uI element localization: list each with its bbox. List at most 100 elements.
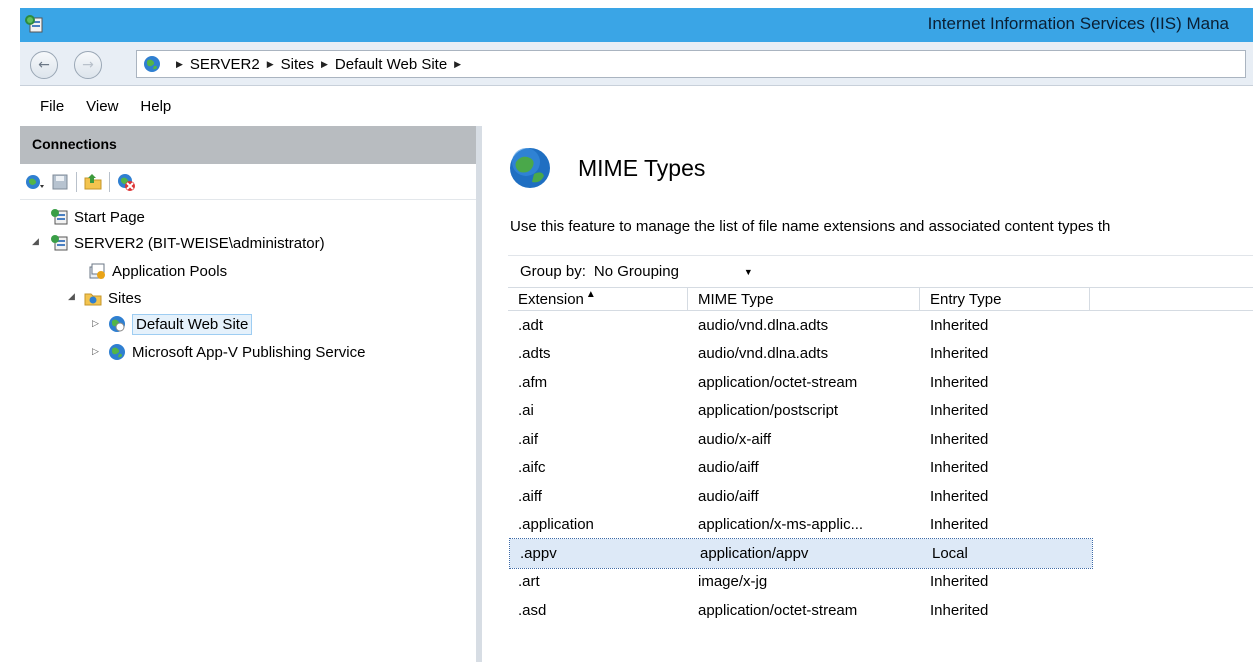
cell-entry-type: Inherited <box>930 345 989 363</box>
iis-manager-window: Internet Information Services (IIS) Mana… <box>0 0 1253 662</box>
table-row[interactable]: .art image/x-jg Inherited <box>508 568 1253 597</box>
tree-label: Sites <box>108 289 142 307</box>
disconnect-icon[interactable] <box>116 172 136 192</box>
cell-mime-type: application/octet-stream <box>698 601 858 619</box>
back-button[interactable]: ← <box>30 51 58 79</box>
tree-node-appv-publishing[interactable]: Microsoft App-V Publishing Service <box>108 339 365 365</box>
open-folder-icon[interactable] <box>83 172 103 192</box>
menu-view[interactable]: View <box>86 98 118 115</box>
window-title: Internet Information Services (IIS) Mana <box>927 14 1229 33</box>
tree-label: Application Pools <box>112 262 228 280</box>
tree-label: Start Page <box>74 208 145 226</box>
website-globe-icon <box>109 316 125 332</box>
tree-label: SERVER2 (BIT-WEISE\administrator) <box>74 234 325 252</box>
table-row[interactable]: .asd application/octet-stream Inherited <box>508 596 1253 625</box>
column-header-entry-type[interactable]: Entry Type <box>920 288 1090 310</box>
table-body: .adt audio/vnd.dlna.adts Inherited .adts aud… <box>508 311 1253 625</box>
cell-mime-type: audio/vnd.dlna.adts <box>698 345 829 363</box>
save-icon[interactable] <box>50 172 70 192</box>
dropdown-arrow-icon[interactable]: ▼ <box>744 267 753 277</box>
application-pools-icon <box>89 263 105 279</box>
cell-mime-type: audio/vnd.dlna.adts <box>698 316 829 334</box>
sort-ascending-icon: ▲ <box>585 288 596 300</box>
connections-pane: Connections Start Page ◢ SERVER2 (BIT-WE… <box>20 126 482 662</box>
table-row[interactable]: .aiff audio/aiff Inherited <box>508 482 1253 511</box>
server-icon <box>51 235 68 251</box>
page-title: MIME Types <box>578 154 706 181</box>
cell-entry-type: Inherited <box>930 516 989 534</box>
tree-label: Default Web Site <box>132 313 253 335</box>
menu-bar: File View Help <box>20 86 1253 126</box>
cell-extension: .application <box>518 516 594 534</box>
menu-file[interactable]: File <box>40 98 64 115</box>
tree-node-default-web-site[interactable]: Default Web Site <box>108 311 253 337</box>
globe-icon <box>144 56 160 72</box>
feature-pane: MIME Types Use this feature to manage th… <box>488 126 1253 662</box>
breadcrumb-server[interactable]: SERVER2 <box>190 56 260 73</box>
cell-entry-type: Local <box>932 544 968 562</box>
cell-extension: .asd <box>518 601 547 619</box>
table-row[interactable]: .aifc audio/aiff Inherited <box>508 454 1253 483</box>
connections-toolbar <box>20 164 476 200</box>
group-by-dropdown[interactable]: No Grouping <box>594 263 744 280</box>
chevron-right-icon: ▶ <box>320 58 328 69</box>
cell-extension: .aif <box>518 430 539 448</box>
group-by-bar: Group by: No Grouping ▼ <box>508 255 1253 287</box>
cell-mime-type: audio/aiff <box>698 487 759 505</box>
table-row[interactable]: .ai application/postscript Inherited <box>508 397 1253 426</box>
website-globe-icon <box>109 344 125 360</box>
column-header-mime-type[interactable]: MIME Type <box>688 288 920 310</box>
breadcrumb[interactable]: ▶ SERVER2 ▶ Sites ▶ Default Web Site ▶ <box>136 50 1246 78</box>
cell-extension: .ai <box>518 402 534 420</box>
expand-arrow-icon[interactable]: ▷ <box>92 318 99 329</box>
iis-app-icon <box>25 15 43 33</box>
column-header-extension[interactable]: Extension ▲ <box>508 288 688 310</box>
table-row[interactable]: .application application/x-ms-applic... In… <box>508 511 1253 540</box>
cell-mime-type: audio/x-aiff <box>698 430 772 448</box>
start-page-icon <box>51 209 68 225</box>
cell-entry-type: Inherited <box>930 430 989 448</box>
cell-mime-type: application/postscript <box>698 402 839 420</box>
table-row[interactable]: .afm application/octet-stream Inherited <box>508 368 1253 397</box>
cell-mime-type: application/appv <box>700 544 809 562</box>
forward-button[interactable]: → <box>74 51 102 79</box>
connections-header: Connections <box>20 126 476 164</box>
tree-node-application-pools[interactable]: Application Pools <box>88 258 227 284</box>
collapse-arrow-icon[interactable]: ◢ <box>68 291 75 302</box>
mime-types-table: Extension ▲ MIME Type Entry Type .adt audi… <box>508 287 1253 625</box>
cell-mime-type: application/octet-stream <box>698 373 858 391</box>
feature-title: MIME Types <box>508 146 705 190</box>
tree-label: Microsoft App-V Publishing Service <box>132 343 366 361</box>
cell-entry-type: Inherited <box>930 459 989 477</box>
cell-extension: .afm <box>518 373 548 391</box>
title-bar: Internet Information Services (IIS) Mana <box>20 8 1253 42</box>
cell-extension: .adt <box>518 316 544 334</box>
toolbar-divider <box>76 171 77 192</box>
tree-node-start-page[interactable]: Start Page <box>50 204 145 230</box>
breadcrumb-sites[interactable]: Sites <box>281 56 314 73</box>
tree-node-server[interactable]: SERVER2 (BIT-WEISE\administrator) <box>50 230 325 256</box>
cell-entry-type: Inherited <box>930 573 989 591</box>
back-arrow-icon: ← <box>38 57 50 73</box>
address-bar: ← → ▶ SERVER2 ▶ Sites ▶ Default Web Site… <box>20 42 1253 86</box>
cell-extension: .art <box>518 573 540 591</box>
chevron-right-icon: ▶ <box>266 58 274 69</box>
cell-mime-type: image/x-jg <box>698 573 768 591</box>
tree-node-sites[interactable]: Sites <box>84 285 141 311</box>
toolbar-divider <box>109 171 110 192</box>
collapse-arrow-icon[interactable]: ◢ <box>32 236 39 247</box>
menu-help[interactable]: Help <box>140 98 171 115</box>
cell-mime-type: audio/aiff <box>698 459 759 477</box>
expand-arrow-icon[interactable]: ▷ <box>92 346 99 357</box>
table-row[interactable]: .adt audio/vnd.dlna.adts Inherited <box>508 311 1253 340</box>
breadcrumb-default-web-site[interactable]: Default Web Site <box>335 56 447 73</box>
cell-entry-type: Inherited <box>930 402 989 420</box>
table-row[interactable]: .aif audio/x-aiff Inherited <box>508 425 1253 454</box>
table-row[interactable]: .adts audio/vnd.dlna.adts Inherited <box>508 340 1253 369</box>
chevron-right-icon[interactable]: ▶ <box>454 59 461 70</box>
table-row[interactable]: .appv application/appv Local <box>509 538 1093 569</box>
chevron-right-icon: ▶ <box>176 58 183 69</box>
cell-mime-type: application/x-ms-applic... <box>698 516 864 534</box>
connect-globe-icon[interactable] <box>24 172 44 192</box>
cell-extension: .aifc <box>518 459 546 477</box>
